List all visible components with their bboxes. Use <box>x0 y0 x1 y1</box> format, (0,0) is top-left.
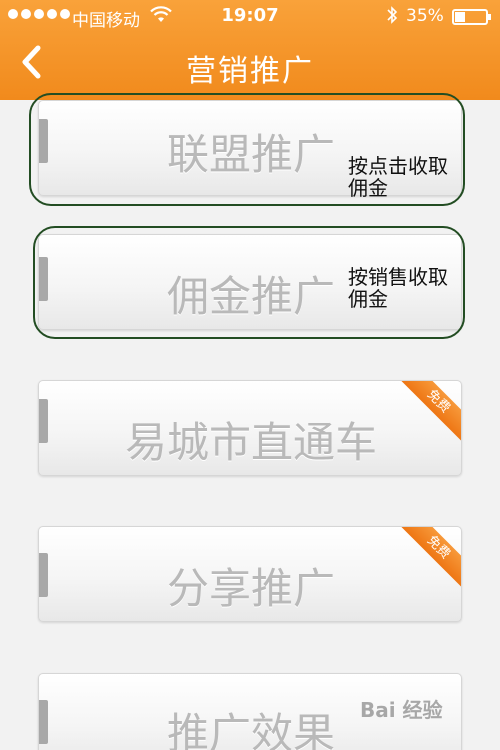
bluetooth-icon <box>386 5 398 30</box>
app-header: 中国移动 19:07 35% 营销推广 <box>0 0 500 100</box>
watermark-logo: Bai 经验 <box>360 698 443 722</box>
annotation-note: 按点击收取 佣金 <box>348 154 448 200</box>
battery-icon <box>452 9 491 25</box>
battery-percentage: 35% <box>406 6 444 26</box>
menu-item-label: 分享推广 <box>166 564 335 613</box>
menu-item-share-promotion[interactable]: 分享推广 免费 <box>38 526 462 622</box>
status-bar: 中国移动 19:07 35% <box>0 0 500 34</box>
menu-item-city-express[interactable]: 易城市直通车 免费 <box>38 380 462 476</box>
page-title: 营销推广 <box>186 54 314 89</box>
annotation-note: 按销售收取 佣金 <box>348 265 448 311</box>
menu-item-label: 易城市直通车 <box>124 418 377 467</box>
